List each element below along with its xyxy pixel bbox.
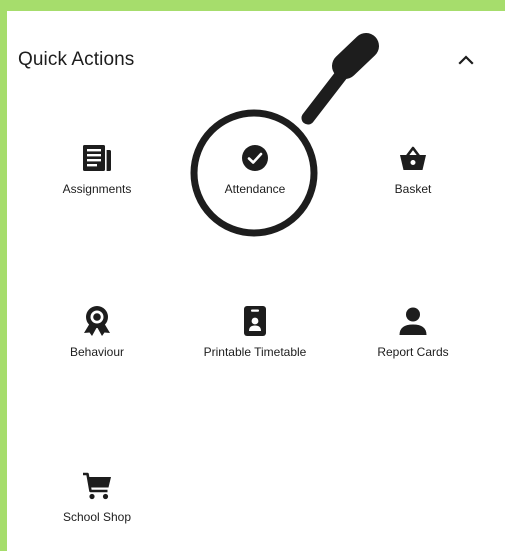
attendance-action[interactable]: Attendance (185, 142, 325, 202)
collapse-button[interactable] (449, 45, 483, 75)
shopping-cart-icon (81, 470, 113, 502)
newspaper-icon (81, 142, 113, 174)
report-cards-action[interactable]: Report Cards (343, 305, 483, 365)
printable-timetable-action[interactable]: Printable Timetable (185, 305, 325, 365)
check-circle-icon (239, 142, 271, 174)
basket-icon (397, 142, 429, 174)
basket-label: Basket (394, 182, 432, 196)
printable-timetable-label: Printable Timetable (203, 345, 307, 359)
basket-action[interactable]: Basket (343, 142, 483, 202)
person-icon (397, 305, 429, 337)
attendance-label: Attendance (224, 182, 286, 196)
behaviour-action[interactable]: Behaviour (27, 305, 167, 365)
quick-actions-title: Quick Actions (18, 49, 135, 70)
id-badge-icon (239, 305, 271, 337)
school-shop-action[interactable]: School Shop (27, 470, 167, 530)
behaviour-label: Behaviour (69, 345, 125, 359)
assignments-action[interactable]: Assignments (27, 142, 167, 202)
report-cards-label: Report Cards (377, 345, 449, 359)
assignments-label: Assignments (62, 182, 132, 196)
award-ribbon-icon (81, 305, 113, 337)
school-shop-label: School Shop (62, 510, 132, 524)
chevron-up-icon (458, 55, 474, 65)
